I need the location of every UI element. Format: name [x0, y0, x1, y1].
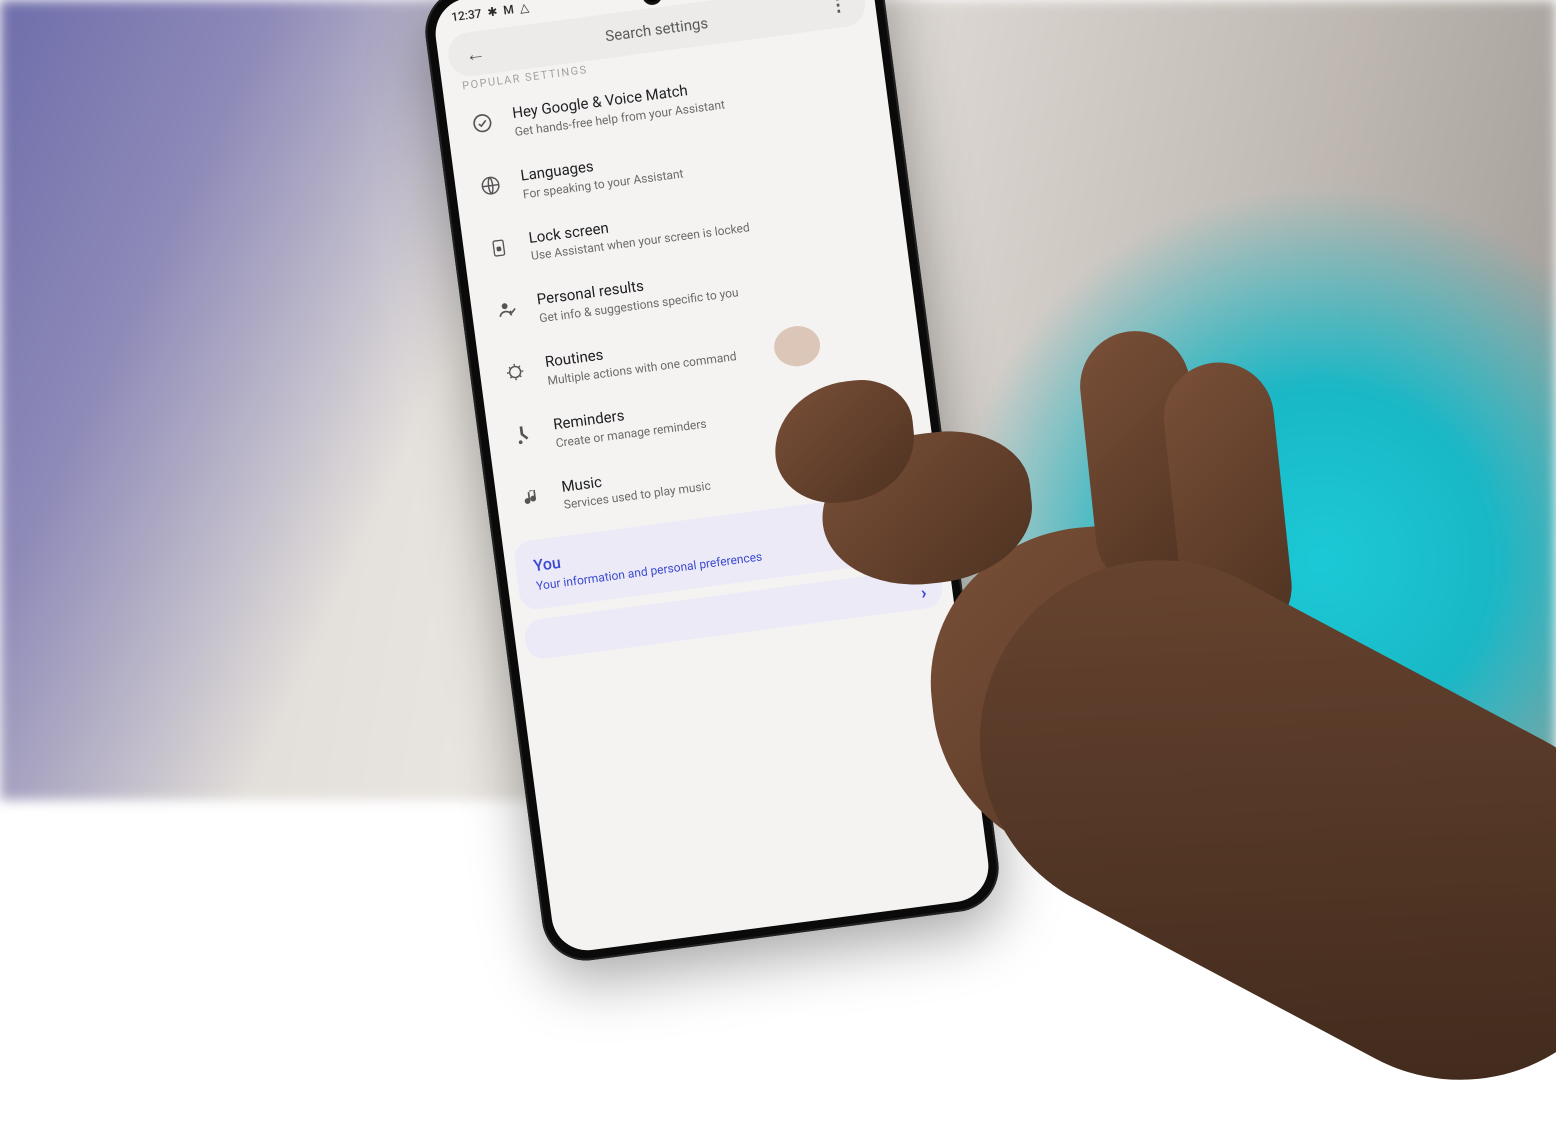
personal-results-icon	[492, 295, 521, 324]
reminders-icon	[509, 420, 538, 449]
arrow-left-icon: ←	[464, 42, 486, 64]
lock-screen-icon	[484, 233, 513, 262]
notification-icon: △	[519, 1, 530, 14]
music-icon	[517, 482, 546, 511]
globe-icon	[476, 171, 505, 200]
back-button[interactable]: ←	[457, 41, 493, 65]
status-time: 12:37	[450, 6, 482, 24]
routines-icon	[501, 357, 530, 386]
settings-list: Hey Google & Voice Match Get hands-free …	[443, 38, 937, 535]
overflow-menu-button[interactable]: ⋮	[820, 0, 856, 17]
gmail-icon: M	[503, 3, 515, 16]
voice-match-icon	[468, 109, 497, 138]
chevron-right-icon: ›	[920, 583, 928, 605]
slack-icon: ✱	[487, 5, 499, 18]
more-vert-icon: ⋮	[828, 0, 848, 16]
